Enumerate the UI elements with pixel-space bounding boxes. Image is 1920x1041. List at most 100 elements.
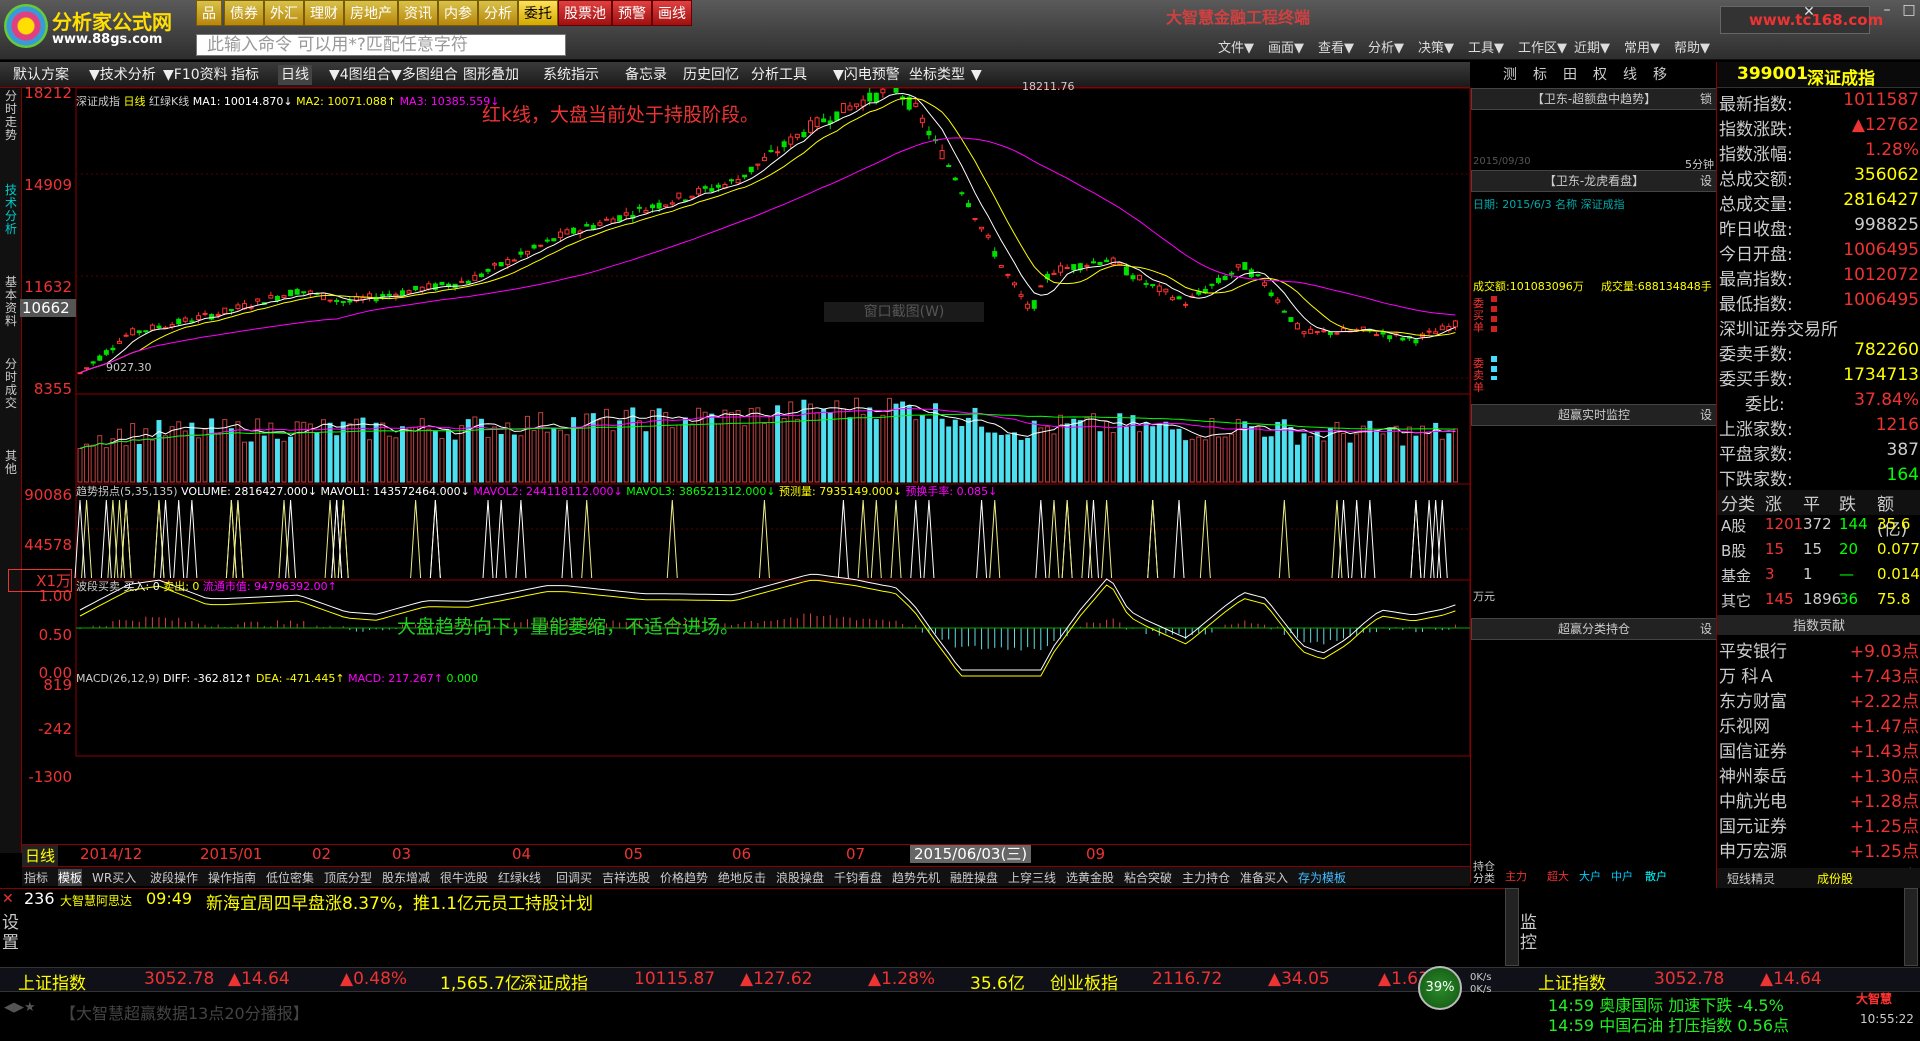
close-button[interactable]: ✕ — [1798, 4, 1820, 22]
menu-3[interactable]: 分析▼ — [1368, 37, 1404, 56]
menu-9[interactable]: 帮助▼ — [1674, 37, 1710, 56]
lock-button[interactable]: 锁 — [1700, 89, 1712, 109]
toolbar-item-14[interactable]: ▼ — [968, 65, 985, 85]
news-scrollbar[interactable] — [1505, 888, 1519, 966]
settings-tab[interactable]: 设置 — [2, 913, 20, 953]
toolbar-item-1[interactable]: ▼技术分析 — [86, 65, 159, 85]
top-tab-0[interactable]: 品 — [196, 0, 222, 26]
indicator-tab-4[interactable]: 操作指南 — [208, 869, 256, 886]
toolbar-right-1[interactable]: 标 — [1530, 65, 1550, 85]
toolbar-right-0[interactable]: 测 — [1500, 65, 1520, 85]
holding-tab-3[interactable]: 超大 — [1547, 868, 1569, 884]
holding-tab-4[interactable]: 大户 — [1579, 868, 1601, 884]
indicator-tab-9[interactable]: 红绿k线 — [498, 869, 541, 886]
indicator-tab-23[interactable]: 存为模板 — [1298, 869, 1346, 886]
indicator-tab-18[interactable]: 上穿三线 — [1008, 869, 1056, 886]
monitor-settings-button[interactable]: 设 — [1700, 405, 1712, 425]
site-button[interactable]: www.tc168.com — [1720, 6, 1883, 34]
contrib-row[interactable]: 平安银行 +9.03点 — [1717, 637, 1920, 662]
holding-tab-1[interactable]: 分类 — [1473, 870, 1495, 886]
indicator-tab-20[interactable]: 粘合突破 — [1124, 869, 1172, 886]
holding-tab-2[interactable]: 主力 — [1505, 868, 1527, 884]
maximize-button[interactable]: □ — [1898, 2, 1920, 20]
indicator-tab-5[interactable]: 低位密集 — [266, 869, 314, 886]
menu-6[interactable]: 工作区▼ — [1518, 37, 1567, 56]
holding-tab-6[interactable]: 散户 — [1645, 868, 1667, 884]
toolbar-item-11[interactable]: 分析工具 — [748, 65, 810, 85]
top-tab-2[interactable]: 外汇 — [264, 0, 304, 26]
indicator-tab-19[interactable]: 选黄金股 — [1066, 869, 1114, 886]
toolbar-right-5[interactable]: 移 — [1650, 65, 1670, 85]
news-close-icon[interactable]: ✕ — [2, 891, 14, 907]
x-label-0[interactable]: 日线 — [22, 845, 59, 866]
menu-5[interactable]: 工具▼ — [1468, 37, 1504, 56]
play-controls[interactable]: ◀▶★ — [4, 1000, 36, 1015]
dragon-settings-button[interactable]: 设 — [1700, 171, 1712, 191]
toolbar-item-7[interactable]: 图形叠加 — [460, 65, 522, 85]
menu-4[interactable]: 决策▼ — [1418, 37, 1454, 56]
kline-chart[interactable]: 深证成指 日线 红绿K线 MA1: 10014.870↓ MA2: 10071.… — [8, 80, 1470, 866]
contrib-row[interactable]: 东方财富 +2.22点 — [1717, 687, 1920, 712]
top-tab-6[interactable]: 内参 — [438, 0, 478, 26]
contrib-row[interactable]: 万 科Ａ +7.43点 — [1717, 662, 1920, 687]
indicator-tab-11[interactable]: 吉祥选股 — [602, 869, 650, 886]
toolbar-item-6[interactable]: ▼多图组合 — [388, 65, 461, 85]
command-input[interactable]: 此输入命令 可以用*?匹配任意字符 — [196, 34, 566, 56]
contrib-row[interactable]: 中航光电 +1.28点 — [1717, 787, 1920, 812]
top-tab-7[interactable]: 分析 — [478, 0, 518, 26]
screenshot-box[interactable]: 窗口截图(W) — [824, 302, 984, 322]
top-tab-3[interactable]: 理财 — [304, 0, 344, 26]
toolbar-item-12[interactable]: ▼闪电预警 — [830, 65, 903, 85]
top-tab-10[interactable]: 预警 — [612, 0, 652, 26]
menu-2[interactable]: 查看▼ — [1318, 37, 1354, 56]
indicator-tab-3[interactable]: 波段操作 — [150, 869, 198, 886]
top-tab-9[interactable]: 股票池 — [558, 0, 612, 26]
top-tab-8[interactable]: 委托 — [518, 0, 558, 26]
toolbar-right-3[interactable]: 权 — [1590, 65, 1610, 85]
holding-tab-5[interactable]: 中户 — [1611, 868, 1633, 884]
menu-7[interactable]: 近期▼ — [1574, 37, 1610, 56]
indicator-tab-17[interactable]: 融胜操盘 — [950, 869, 998, 886]
contrib-row[interactable]: 乐视网 +1.47点 — [1717, 712, 1920, 737]
indicator-tab-8[interactable]: 很牛选股 — [440, 869, 488, 886]
top-tab-4[interactable]: 房地产 — [344, 0, 398, 26]
monitor-tab[interactable]: 监控 — [1520, 913, 1538, 953]
indicator-tab-10[interactable]: 回调买 — [556, 869, 592, 886]
tab-short-spirit[interactable]: 短线精灵 — [1727, 870, 1775, 887]
alert-line-2[interactable]: 14:59 中国石油 打压指数 0.56点 — [1548, 1012, 1789, 1036]
toolbar-item-10[interactable]: 历史回忆 — [680, 65, 742, 85]
toolbar-item-4[interactable]: 日线 — [278, 65, 312, 85]
indicator-tab-6[interactable]: 顶底分型 — [324, 869, 372, 886]
left-tab-4[interactable]: 其他 — [2, 450, 20, 476]
toolbar-right-4[interactable]: 线 — [1620, 65, 1640, 85]
tab-components[interactable]: 成份股 — [1817, 870, 1853, 887]
indicator-tab-15[interactable]: 千钧看盘 — [834, 869, 882, 886]
news-headline[interactable]: 新海宜周四早盘涨8.37%，推1.1亿元员工持股计划 — [206, 889, 593, 914]
toolbar-item-13[interactable]: 坐标类型 — [906, 65, 968, 85]
menu-1[interactable]: 画面▼ — [1268, 37, 1304, 56]
top-tab-11[interactable]: 画线 — [652, 0, 692, 26]
indicator-tab-14[interactable]: 浪股操盘 — [776, 869, 824, 886]
menu-0[interactable]: 文件▼ — [1218, 37, 1254, 56]
toolbar-item-9[interactable]: 备忘录 — [622, 65, 670, 85]
top-tab-5[interactable]: 资讯 — [398, 0, 438, 26]
indicator-tab-22[interactable]: 准备买入 — [1240, 869, 1288, 886]
indicator-tab-16[interactable]: 趋势先机 — [892, 869, 940, 886]
toolbar-item-2[interactable]: ▼F10资料 — [160, 65, 231, 85]
alert-scrollbar[interactable] — [1904, 888, 1918, 966]
toolbar-item-8[interactable]: 系统指示 — [540, 65, 602, 85]
indicator-tab-0[interactable]: 指标 — [24, 869, 48, 886]
toolbar-item-0[interactable]: 默认方案 — [10, 65, 72, 85]
minimize-button[interactable]: – — [1876, 2, 1898, 20]
indicator-tab-1[interactable]: 模板 — [58, 869, 83, 886]
menu-8[interactable]: 常用▼ — [1624, 37, 1660, 56]
indicator-tab-12[interactable]: 价格趋势 — [660, 869, 708, 886]
contrib-row[interactable]: 国信证券 +1.43点 — [1717, 737, 1920, 762]
indicator-tab-13[interactable]: 绝地反击 — [718, 869, 766, 886]
indicator-tab-21[interactable]: 主力持仓 — [1182, 869, 1230, 886]
contrib-row[interactable]: 神州泰岳 +1.30点 — [1717, 762, 1920, 787]
indicator-tab-2[interactable]: WR买入 — [92, 869, 136, 886]
top-tab-1[interactable]: 债券 — [224, 0, 264, 26]
toolbar-item-3[interactable]: 指标 — [228, 65, 262, 85]
contrib-row[interactable]: 申万宏源 +1.25点 — [1717, 837, 1920, 862]
